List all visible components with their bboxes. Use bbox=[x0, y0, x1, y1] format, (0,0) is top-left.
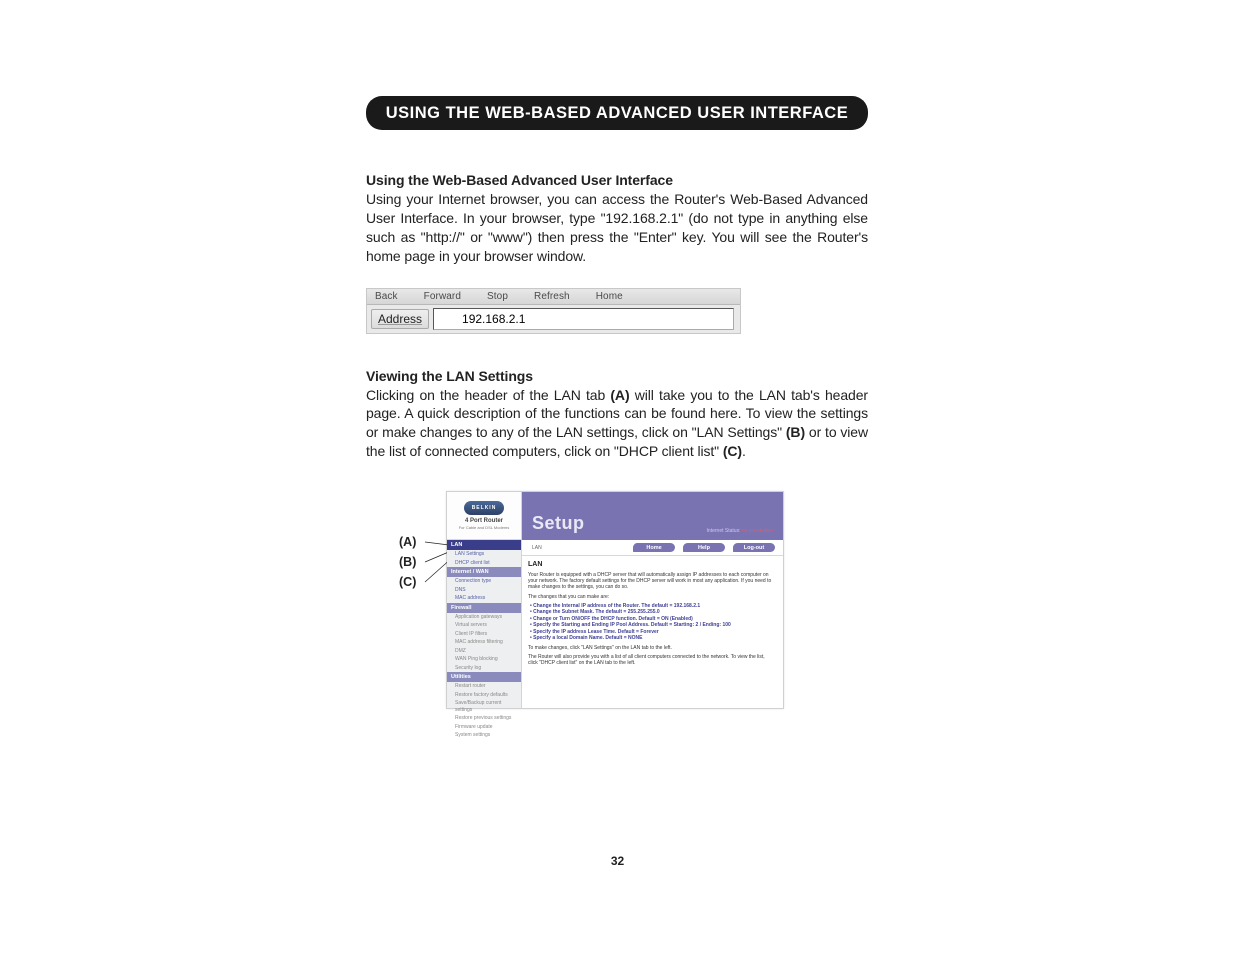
nav-fw-item[interactable]: MAC address filtering bbox=[447, 638, 521, 647]
product-name: 4 Port Router bbox=[465, 518, 503, 524]
logout-button[interactable]: Log-out bbox=[733, 543, 775, 552]
section-title-bar: USING THE WEB-BASED ADVANCED USER INTERF… bbox=[366, 96, 868, 130]
callout-a-inline: (A) bbox=[610, 387, 629, 403]
nav-util-item[interactable]: System settings bbox=[447, 731, 521, 740]
browser-toolbar: Back Forward Stop Refresh Home bbox=[367, 289, 740, 305]
help-button[interactable]: Help bbox=[683, 543, 725, 552]
panel-bullet: • Specify a local Domain Name. Default =… bbox=[530, 635, 775, 642]
router-button-row: LAN Home Help Log-out bbox=[522, 540, 783, 556]
heading-using-interface: Using the Web-Based Advanced User Interf… bbox=[366, 172, 868, 188]
nav-lan-settings[interactable]: LAN Settings bbox=[447, 550, 521, 559]
nav-mac-address[interactable]: MAC address bbox=[447, 594, 521, 603]
router-body: LAN Your Router is equipped with a DHCP … bbox=[522, 556, 783, 671]
nav-fw-item[interactable]: Application gateways bbox=[447, 613, 521, 622]
belkin-logo-area: BELKIN 4 Port Router For Cable and DSL M… bbox=[447, 492, 521, 540]
internet-status: Internet Status: no connection bbox=[707, 528, 773, 534]
nav-util-item[interactable]: Restart router bbox=[447, 682, 521, 691]
heading-viewing-lan: Viewing the LAN Settings bbox=[366, 368, 868, 384]
callout-label-a: (A) bbox=[399, 532, 416, 552]
browser-address-bar-figure: Back Forward Stop Refresh Home Address bbox=[366, 288, 741, 334]
nav-head-utilities[interactable]: Utilities bbox=[447, 672, 521, 682]
router-header: Setup Internet Status: no connection bbox=[522, 492, 783, 540]
nav-dhcp-client-list[interactable]: DHCP client list bbox=[447, 559, 521, 568]
page-number: 32 bbox=[0, 854, 1235, 868]
nav-head-lan[interactable]: LAN bbox=[447, 540, 521, 550]
callout-label-c: (C) bbox=[399, 572, 416, 592]
nav-dns[interactable]: DNS bbox=[447, 586, 521, 595]
toolbar-stop: Stop bbox=[487, 291, 508, 302]
nav-fw-item[interactable]: WAN Ping blocking bbox=[447, 655, 521, 664]
nav-head-wan[interactable]: Internet / WAN bbox=[447, 567, 521, 577]
address-label: Address bbox=[371, 309, 429, 329]
home-button[interactable]: Home bbox=[633, 543, 675, 552]
toolbar-forward: Forward bbox=[424, 291, 461, 302]
nav-util-item[interactable]: Save/Backup current settings bbox=[447, 699, 521, 714]
panel-note-2: The Router will also provide you with a … bbox=[528, 654, 775, 667]
nav-fw-item[interactable]: Security log bbox=[447, 664, 521, 673]
panel-changes-intro: The changes that you can make are: bbox=[528, 594, 775, 600]
callout-labels: (A) (B) (C) bbox=[399, 532, 416, 592]
paragraph-viewing-lan: Clicking on the header of the LAN tab (A… bbox=[366, 386, 868, 462]
callout-b-inline: (B) bbox=[786, 424, 805, 440]
nav-fw-item[interactable]: Client IP filters bbox=[447, 630, 521, 639]
router-setup-screenshot: (A) (B) (C) BELKIN 4 Port Router For Cab… bbox=[446, 491, 784, 709]
nav-util-item[interactable]: Restore previous settings bbox=[447, 714, 521, 723]
internet-status-value: no connection bbox=[742, 528, 773, 534]
toolbar-refresh: Refresh bbox=[534, 291, 570, 302]
panel-note-1: To make changes, click "LAN Settings" on… bbox=[528, 645, 775, 651]
router-header-title: Setup bbox=[532, 513, 585, 534]
callout-c-inline: (C) bbox=[723, 443, 742, 459]
nav-head-firewall[interactable]: Firewall bbox=[447, 603, 521, 613]
belkin-logo: BELKIN bbox=[464, 501, 504, 515]
panel-intro: Your Router is equipped with a DHCP serv… bbox=[528, 572, 775, 591]
router-main-panel: Setup Internet Status: no connection LAN… bbox=[522, 492, 783, 708]
address-input[interactable] bbox=[433, 308, 734, 330]
panel-title-lan: LAN bbox=[528, 561, 775, 570]
router-sidebar: BELKIN 4 Port Router For Cable and DSL M… bbox=[447, 492, 522, 708]
toolbar-back: Back bbox=[375, 291, 398, 302]
nav-util-item[interactable]: Restore factory defaults bbox=[447, 691, 521, 700]
toolbar-home: Home bbox=[596, 291, 623, 302]
nav-fw-item[interactable]: DMZ bbox=[447, 647, 521, 656]
callout-label-b: (B) bbox=[399, 552, 416, 572]
paragraph-using-interface: Using your Internet browser, you can acc… bbox=[366, 190, 868, 266]
nav-util-item[interactable]: Firmware update bbox=[447, 723, 521, 732]
nav-fw-item[interactable]: Virtual servers bbox=[447, 621, 521, 630]
breadcrumb-lan: LAN bbox=[530, 545, 542, 551]
nav-connection-type[interactable]: Connection type bbox=[447, 577, 521, 586]
product-subtitle: For Cable and DSL Modems bbox=[459, 525, 510, 530]
